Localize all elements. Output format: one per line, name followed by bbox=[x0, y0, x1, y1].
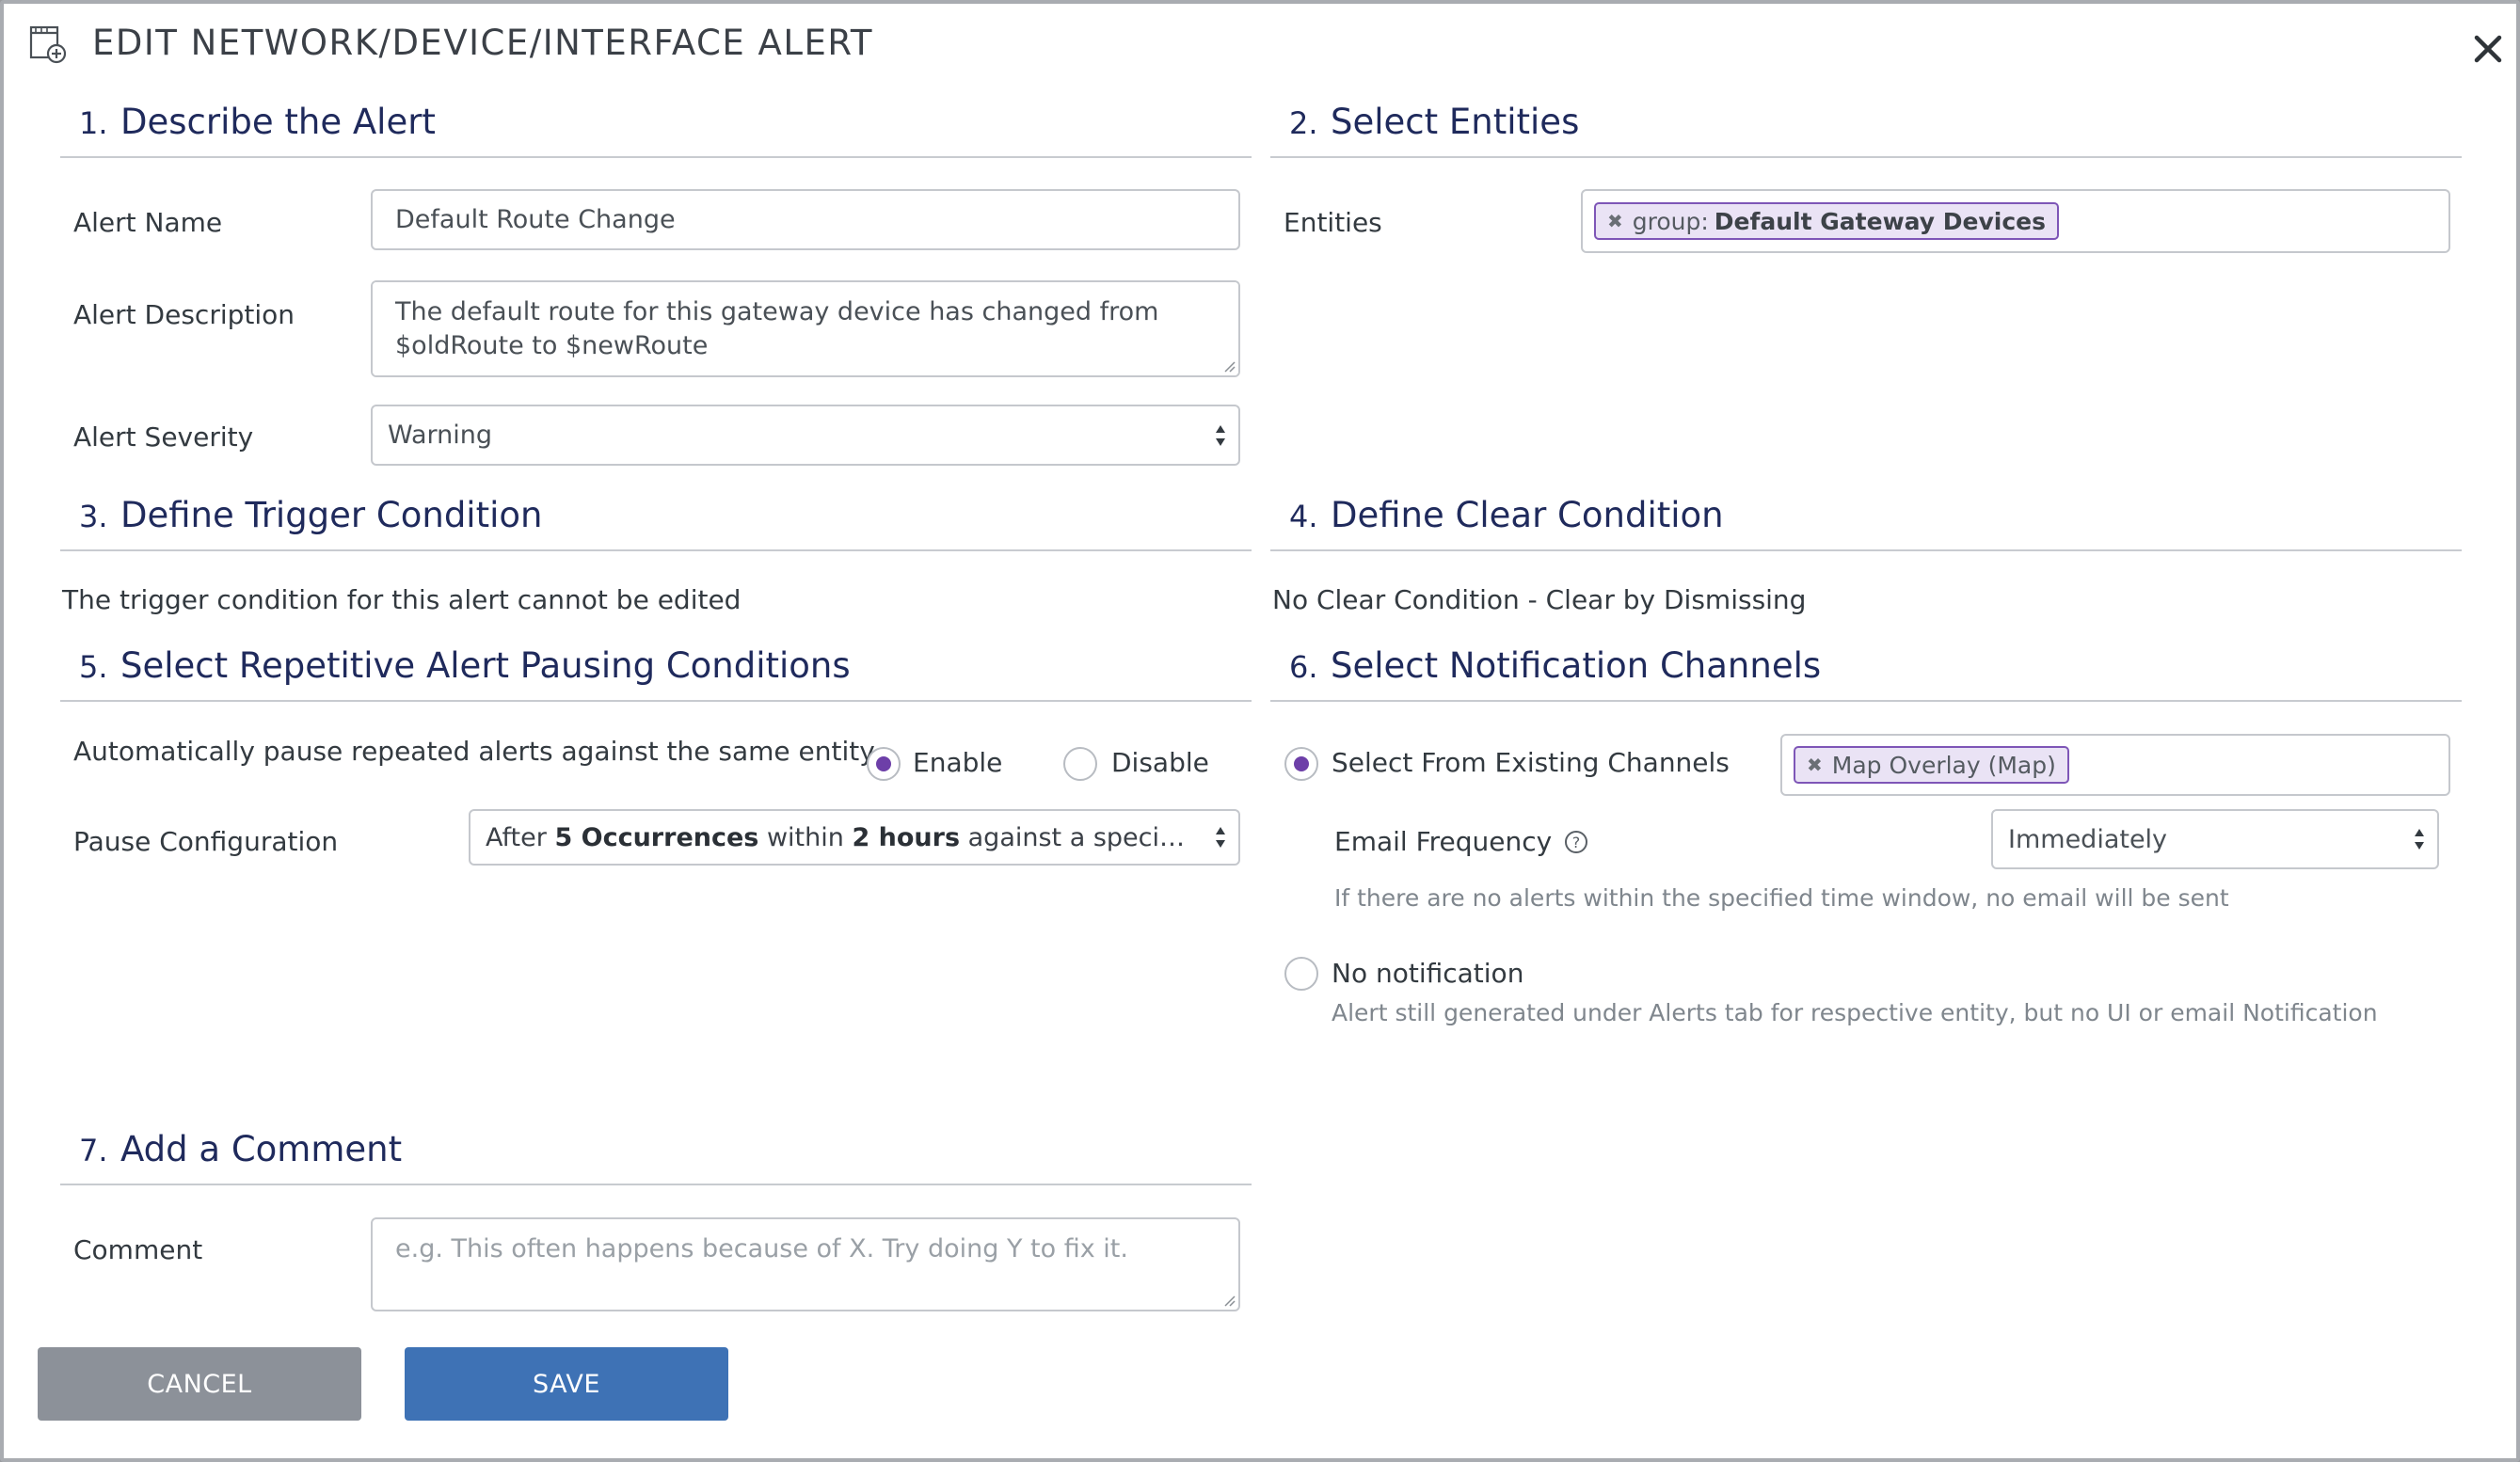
entities-input[interactable]: ✖ group: Default Gateway Devices bbox=[1581, 189, 2450, 253]
email-frequency-hint: If there are no alerts within the specif… bbox=[1334, 884, 2229, 912]
clear-condition-message: No Clear Condition - Clear by Dismissing bbox=[1272, 584, 1807, 615]
no-notification-hint: Alert still generated under Alerts tab f… bbox=[1332, 999, 2378, 1026]
section-title: Define Clear Condition bbox=[1331, 495, 1724, 535]
auto-pause-label: Automatically pause repeated alerts agai… bbox=[73, 736, 875, 767]
help-circle-icon[interactable]: ? bbox=[1564, 830, 1588, 854]
save-button[interactable]: SAVE bbox=[405, 1347, 728, 1421]
entity-tag-value: Default Gateway Devices bbox=[1714, 207, 2046, 235]
pause-configuration-value: After 5 Occurrences within 2 hours again… bbox=[486, 822, 1188, 852]
pause-configuration-label: Pause Configuration bbox=[73, 826, 339, 857]
alert-name-input[interactable] bbox=[371, 189, 1240, 250]
section-title: Add a Comment bbox=[120, 1129, 403, 1169]
trigger-condition-message: The trigger condition for this alert can… bbox=[62, 584, 742, 615]
channel-tag-value: Map Overlay (Map) bbox=[1831, 751, 2056, 779]
section-trigger-condition: 3. Define Trigger Condition bbox=[60, 495, 1252, 551]
existing-channels-label[interactable]: Select From Existing Channels bbox=[1332, 747, 1730, 778]
email-frequency-label: Email Frequency ? bbox=[1334, 826, 1588, 857]
channel-tag: ✖ Map Overlay (Map) bbox=[1794, 746, 2069, 784]
section-number: 5. bbox=[79, 649, 108, 685]
edit-alert-dialog: EDIT NETWORK/DEVICE/INTERFACE ALERT 1. D… bbox=[0, 0, 2520, 1462]
email-frequency-select[interactable]: Immediately bbox=[1991, 809, 2439, 869]
section-title: Select Entities bbox=[1331, 102, 1580, 142]
disable-radio[interactable] bbox=[1063, 747, 1097, 781]
add-alert-icon bbox=[29, 25, 67, 64]
remove-tag-icon[interactable]: ✖ bbox=[1607, 210, 1623, 232]
alert-name-label: Alert Name bbox=[73, 207, 223, 238]
section-clear-condition: 4. Define Clear Condition bbox=[1270, 495, 2462, 551]
close-icon[interactable] bbox=[2467, 28, 2509, 70]
entity-tag: ✖ group: Default Gateway Devices bbox=[1594, 202, 2059, 240]
alert-severity-select[interactable]: Warning bbox=[371, 405, 1240, 466]
section-number: 2. bbox=[1289, 105, 1318, 141]
svg-text:?: ? bbox=[1572, 834, 1581, 851]
remove-tag-icon[interactable]: ✖ bbox=[1807, 754, 1823, 776]
no-notification-radio[interactable] bbox=[1284, 957, 1318, 991]
section-title: Describe the Alert bbox=[120, 102, 436, 142]
select-arrows-icon bbox=[2415, 829, 2424, 850]
section-number: 3. bbox=[79, 499, 108, 534]
entity-tag-prefix: group: bbox=[1632, 207, 1709, 235]
dialog-title: EDIT NETWORK/DEVICE/INTERFACE ALERT bbox=[92, 23, 873, 63]
section-describe-alert: 1. Describe the Alert bbox=[60, 102, 1252, 158]
section-notification-channels: 6. Select Notification Channels bbox=[1270, 645, 2462, 702]
section-number: 6. bbox=[1289, 649, 1318, 685]
existing-channels-radio[interactable] bbox=[1284, 747, 1318, 781]
comment-label: Comment bbox=[73, 1234, 203, 1265]
alert-description-textarea[interactable]: The default route for this gateway devic… bbox=[371, 280, 1240, 377]
section-number: 4. bbox=[1289, 499, 1318, 534]
disable-label[interactable]: Disable bbox=[1111, 747, 1209, 778]
resize-grip-icon[interactable] bbox=[1221, 1293, 1236, 1308]
enable-radio[interactable] bbox=[867, 747, 901, 781]
alert-description-label: Alert Description bbox=[73, 299, 295, 330]
section-number: 7. bbox=[79, 1133, 108, 1168]
alert-severity-value: Warning bbox=[388, 421, 493, 450]
no-notification-label[interactable]: No notification bbox=[1332, 958, 1523, 989]
alert-severity-label: Alert Severity bbox=[73, 421, 254, 453]
section-title: Select Repetitive Alert Pausing Conditio… bbox=[120, 645, 851, 686]
entities-label: Entities bbox=[1284, 207, 1382, 238]
resize-grip-icon[interactable] bbox=[1221, 358, 1236, 373]
comment-textarea[interactable] bbox=[371, 1217, 1240, 1311]
enable-label[interactable]: Enable bbox=[913, 747, 1002, 778]
select-arrows-icon bbox=[1216, 424, 1225, 446]
comment-wrapper bbox=[371, 1217, 1240, 1311]
select-arrows-icon bbox=[1216, 827, 1225, 848]
cancel-button[interactable]: CANCEL bbox=[38, 1347, 361, 1421]
section-select-entities: 2. Select Entities bbox=[1270, 102, 2462, 158]
section-number: 1. bbox=[79, 105, 108, 141]
email-frequency-value: Immediately bbox=[2008, 824, 2168, 854]
section-pausing-conditions: 5. Select Repetitive Alert Pausing Condi… bbox=[60, 645, 1252, 702]
section-title: Define Trigger Condition bbox=[120, 495, 543, 535]
alert-description-wrapper: The default route for this gateway devic… bbox=[371, 280, 1240, 377]
section-add-comment: 7. Add a Comment bbox=[60, 1129, 1252, 1185]
pause-configuration-select[interactable]: After 5 Occurrences within 2 hours again… bbox=[469, 809, 1240, 866]
channels-input[interactable]: ✖ Map Overlay (Map) bbox=[1780, 734, 2450, 796]
section-title: Select Notification Channels bbox=[1331, 645, 1822, 686]
